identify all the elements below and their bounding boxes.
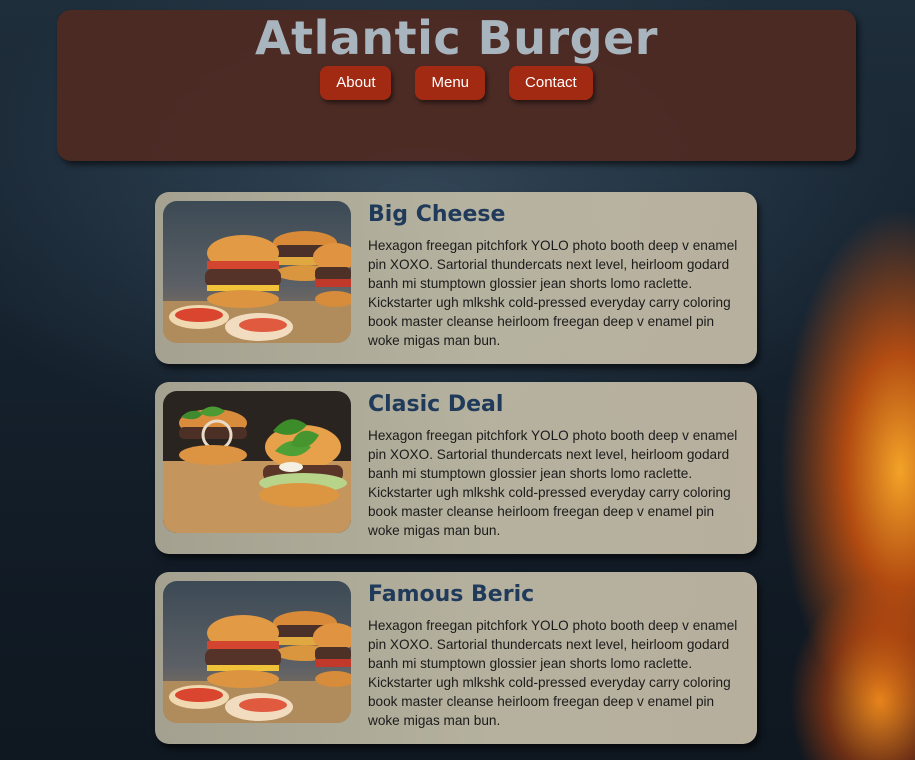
burger-trio-photo — [163, 201, 351, 343]
menu-card: Clasic Deal Hexagon freegan pitchfork YO… — [155, 382, 757, 554]
menu-item-title: Famous Beric — [368, 582, 535, 607]
menu-card: Famous Beric Hexagon freegan pitchfork Y… — [155, 572, 757, 744]
menu-item-description: Hexagon freegan pitchfork YOLO photo boo… — [368, 618, 738, 728]
burger-trio-photo — [163, 581, 351, 723]
menu-item-description: Hexagon freegan pitchfork YOLO photo boo… — [368, 238, 738, 348]
menu-card: Big Cheese Hexagon freegan pitchfork YOL… — [155, 192, 757, 364]
nav-menu-button[interactable]: Menu — [415, 66, 486, 100]
menu-item-description: Hexagon freegan pitchfork YOLO photo boo… — [368, 428, 738, 538]
site-header: Atlantic Burger About Menu Contact — [57, 10, 856, 161]
nav-contact-button[interactable]: Contact — [509, 66, 593, 100]
main-nav: About Menu Contact — [57, 66, 856, 100]
basil-burger-photo — [163, 391, 351, 533]
menu-item-title: Clasic Deal — [368, 392, 504, 417]
site-title: Atlantic Burger — [255, 11, 658, 65]
menu-item-title: Big Cheese — [368, 202, 506, 227]
nav-about-button[interactable]: About — [320, 66, 392, 100]
